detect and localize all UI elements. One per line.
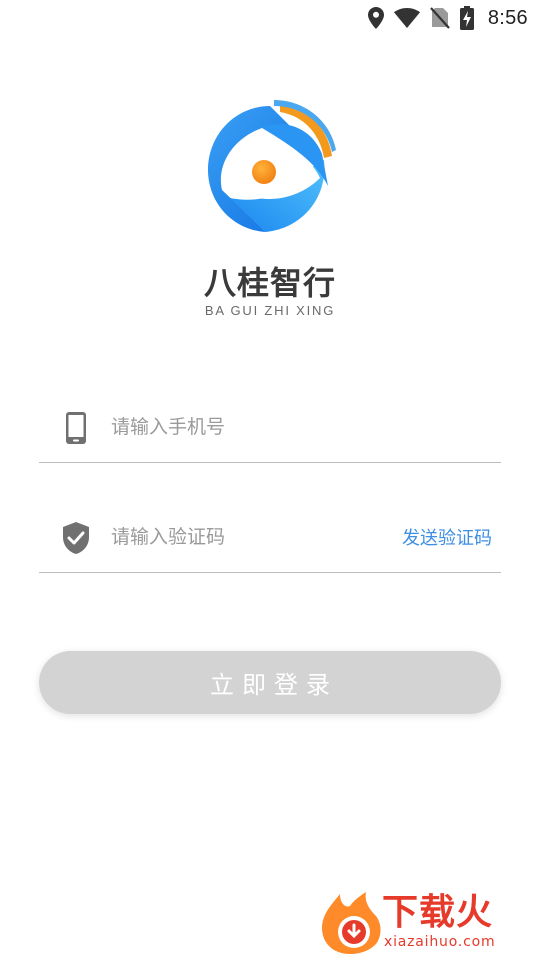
- status-icons: 8:56: [367, 6, 528, 30]
- watermark: 下载火 xiazaihuo.com: [320, 890, 536, 956]
- location-icon: [367, 7, 384, 29]
- watermark-url: xiazaihuo.com: [384, 934, 496, 950]
- status-time: 8:56: [487, 6, 528, 29]
- watermark-text: 下载火: [382, 892, 494, 933]
- no-sim-icon: [430, 7, 450, 29]
- login-button[interactable]: 立即登录: [39, 651, 501, 714]
- status-bar: 8:56: [0, 0, 540, 36]
- verification-code-field: 发送验证码: [39, 512, 501, 573]
- verification-code-input[interactable]: [111, 522, 381, 552]
- brand-name: 八桂智行: [203, 264, 336, 302]
- brand-pinyin: BA GUI ZHI XING: [204, 303, 336, 318]
- battery-charging-icon: [459, 6, 474, 30]
- login-button-label: 立即登录: [210, 671, 338, 699]
- send-code-button[interactable]: 发送验证码: [402, 524, 492, 550]
- watermark-flame-icon: [322, 892, 381, 954]
- shield-check-icon: [61, 520, 91, 556]
- phone-icon: [61, 410, 91, 446]
- app-logo: [200, 98, 340, 238]
- phone-input[interactable]: [111, 412, 381, 442]
- phone-field: [39, 402, 501, 463]
- wifi-icon: [393, 8, 420, 28]
